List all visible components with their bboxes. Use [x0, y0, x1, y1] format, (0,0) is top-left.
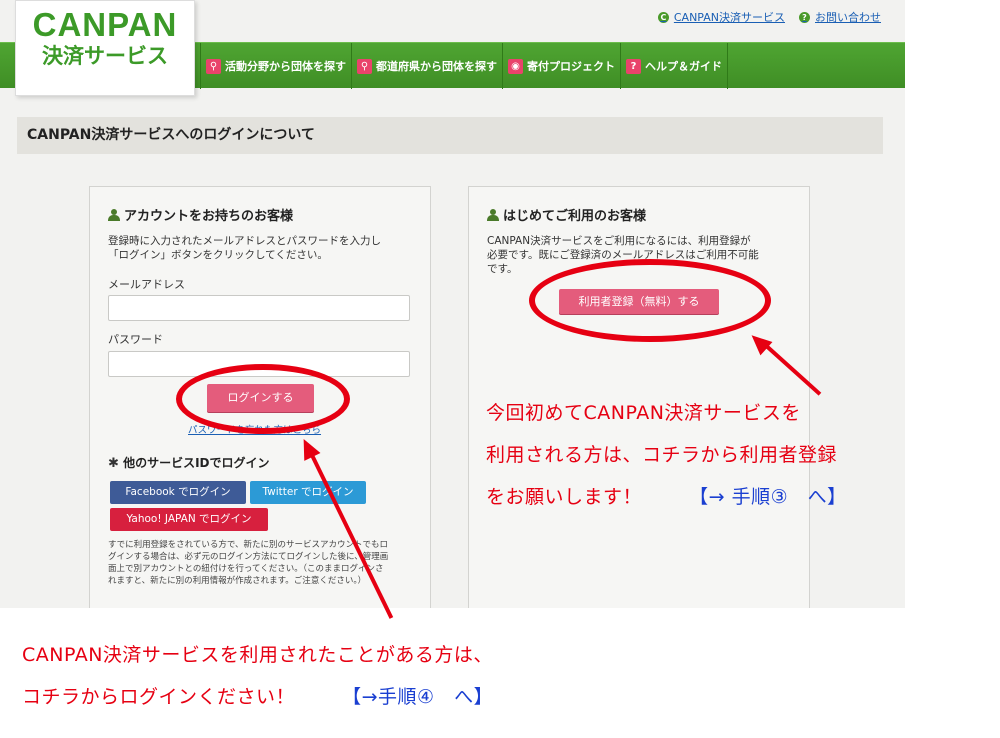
gear-icon: ✱ — [108, 456, 119, 471]
nav-item-by-prefecture[interactable]: ⚲ 都道府県から団体を探す — [352, 43, 503, 89]
social-login-heading: ✱ 他のサービスIDでログイン — [108, 454, 270, 471]
nav-item-help[interactable]: ? ヘルプ＆ガイド — [621, 43, 728, 89]
login-panel-heading: アカウントをお持ちのお客様 — [108, 205, 293, 224]
login-annotation-line-2: コチラからログインください！ 【→手順④ へ】 — [22, 682, 493, 709]
search-icon: ⚲ — [206, 58, 221, 74]
top-link-contact[interactable]: ? お問い合わせ — [799, 9, 881, 25]
nav-item-label: 都道府県から団体を探す — [376, 60, 497, 73]
twitter-login-button[interactable]: Twitter でログイン — [250, 481, 366, 504]
register-panel-heading: はじめてご利用のお客様 — [487, 205, 646, 224]
c-circle-icon: C — [657, 11, 669, 23]
login-description-line: 登録時に入力されたメールアドレスとパスワードを入力し — [108, 235, 381, 247]
login-annotation-line-1: CANPAN決済サービスを利用されたことがある方は、 — [22, 644, 493, 666]
login-annotation-text: コチラからログインください！ — [22, 686, 296, 708]
register-step-ref: 【→ 手順③ へ】 — [689, 486, 847, 508]
email-field[interactable] — [108, 295, 410, 321]
note-line: グインする場合は、必ず元のログイン方法にてログインした後に、管理画 — [108, 552, 389, 562]
nav-item-donation[interactable]: ◉ 寄付プロジェクト — [503, 43, 621, 89]
nav-item-label: 寄付プロジェクト — [527, 60, 615, 73]
page-title: CANPAN決済サービスへのログインについて — [17, 117, 883, 154]
password-label: パスワード — [108, 333, 163, 346]
login-highlight-oval — [176, 364, 350, 434]
register-description-line: CANPAN決済サービスをご利用になるには、利用登録が — [487, 235, 751, 247]
note-line: すでに利用登録をされている方で、新たに別のサービスアカウントでもロ — [108, 540, 388, 550]
register-annotation-line-3: をお願いします！ 【→ 手順③ へ】 — [486, 482, 847, 509]
person-icon — [108, 208, 120, 221]
login-step-ref: 【→手順④ へ】 — [342, 686, 494, 708]
nav-item-label: ヘルプ＆ガイド — [645, 60, 722, 73]
nav-item-label: 活動分野から団体を探す — [225, 60, 346, 73]
register-panel: はじめてご利用のお客様 CANPAN決済サービスをご利用になるには、利用登録が … — [468, 186, 810, 608]
yahoo-login-button[interactable]: Yahoo! JAPAN でログイン — [110, 508, 268, 531]
facebook-login-button[interactable]: Facebook でログイン — [110, 481, 246, 504]
top-link-contact-label: お問い合わせ — [815, 11, 881, 24]
logo[interactable]: CANPAN 決済サービス — [15, 0, 195, 96]
person-icon — [487, 208, 499, 221]
logo-main-text: CANPAN — [32, 6, 178, 43]
login-description-line: 「ログイン」ボタンをクリックしてください。 — [108, 249, 328, 261]
top-links: C CANPAN決済サービス ? お問い合わせ — [657, 9, 881, 25]
question-icon: ? — [626, 58, 641, 74]
register-annotation-line-2: 利用される方は、コチラから利用者登録 — [486, 444, 838, 466]
register-annotation-line-1: 今回初めてCANPAN決済サービスを — [486, 402, 801, 424]
social-heading-label: 他のサービスIDでログイン — [123, 456, 270, 470]
top-link-canpan-label: CANPAN決済サービス — [673, 11, 785, 24]
register-highlight-oval — [529, 259, 771, 342]
register-heading-label: はじめてご利用のお客様 — [503, 209, 647, 224]
login-description: 登録時に入力されたメールアドレスとパスワードを入力し 「ログイン」ボタンをクリッ… — [108, 234, 416, 262]
q-circle-icon: ? — [799, 11, 810, 23]
top-link-canpan[interactable]: C CANPAN決済サービス — [657, 9, 785, 25]
search-icon: ⚲ — [357, 58, 372, 74]
register-annotation-text: をお願いします！ — [486, 486, 643, 508]
login-heading-label: アカウントをお持ちのお客様 — [124, 209, 294, 224]
logo-sub-text: 決済サービス — [42, 44, 168, 68]
nav-item-by-field[interactable]: ⚲ 活動分野から団体を探す — [200, 43, 352, 89]
email-label: メールアドレス — [108, 278, 185, 291]
pin-icon: ◉ — [508, 58, 523, 74]
